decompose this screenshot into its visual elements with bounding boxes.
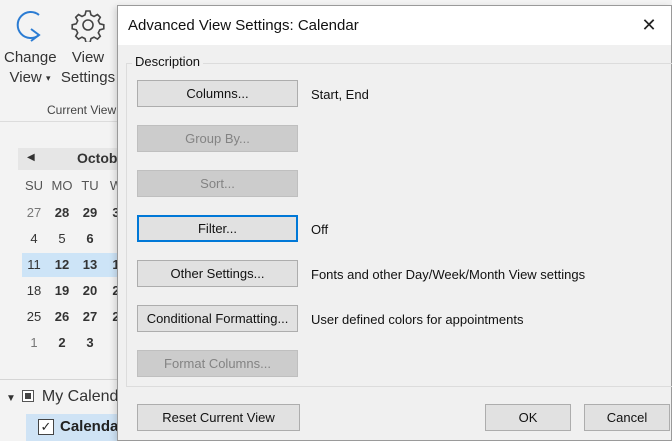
view-settings-label-2: Settings [60, 69, 116, 86]
filter-description: Off [311, 222, 329, 237]
calendar-day[interactable]: 27 [78, 309, 102, 324]
change-view-label-1: Change [4, 49, 57, 66]
calendar-day[interactable]: 27 [22, 205, 46, 220]
calendar-day[interactable]: 3 [78, 335, 102, 350]
chevron-down-icon[interactable]: ▼ [6, 393, 16, 404]
columns-button[interactable]: Columns... [137, 80, 298, 107]
day-of-week-label: TU [81, 178, 99, 193]
calendar-day[interactable]: 6 [78, 231, 102, 246]
dialog-titlebar: Advanced View Settings: Calendar ✕ [118, 6, 671, 45]
date-navigator-header: ◀ October [18, 148, 131, 170]
change-view-label-2: View [9, 69, 42, 86]
chevron-down-icon: ▾ [45, 73, 51, 84]
group-checkbox-icon[interactable] [21, 390, 34, 402]
cancel-button[interactable]: Cancel [584, 404, 670, 431]
other-settings-description: Fonts and other Day/Week/Month View sett… [311, 267, 586, 282]
other-settings-button[interactable]: Other Settings... [137, 260, 298, 287]
calendar-day[interactable]: 19 [50, 283, 74, 298]
calendar-day[interactable]: 20 [78, 283, 102, 298]
format-columns-button[interactable]: Format Columns... [137, 350, 298, 377]
calendar-folder-item[interactable]: ✓ Calendar [26, 414, 124, 441]
gear-icon [71, 10, 105, 42]
pane-divider [0, 379, 118, 380]
calendar-day[interactable]: 1 [22, 335, 46, 350]
close-icon[interactable]: ✕ [627, 6, 671, 45]
calendar-day[interactable]: 26 [50, 309, 74, 324]
calendar-day[interactable]: 11 [22, 257, 46, 272]
calendar-folder-label: Calendar [60, 418, 125, 435]
ok-button[interactable]: OK [485, 404, 571, 431]
reset-current-view-button[interactable]: Reset Current View [137, 404, 300, 431]
advanced-view-settings-dialog: Advanced View Settings: Calendar ✕ Descr… [117, 5, 672, 441]
previous-month-icon[interactable]: ◀ [27, 152, 35, 163]
calendar-day[interactable]: 13 [78, 257, 102, 272]
calendar-day[interactable]: 12 [50, 257, 74, 272]
calendar-pane: ◀ October SU MO TU W 27 28 29 3 4 5 6 11… [0, 122, 141, 441]
day-of-week-label: MO [51, 178, 73, 193]
description-group-label: Description [132, 54, 204, 69]
checkbox-checked-icon[interactable]: ✓ [38, 419, 54, 435]
calendar-day[interactable]: 5 [50, 231, 74, 246]
columns-description: Start, End [311, 87, 369, 102]
calendar-day[interactable]: 2 [50, 335, 74, 350]
calendar-day[interactable]: 4 [22, 231, 46, 246]
view-settings-label-1: View [71, 49, 105, 66]
calendar-day[interactable]: 25 [22, 309, 46, 324]
dialog-title: Advanced View Settings: Calendar [128, 17, 359, 34]
ribbon-group-label: Current View [47, 103, 117, 117]
filter-button[interactable]: Filter... [137, 215, 298, 242]
conditional-formatting-description: User defined colors for appointments [311, 312, 524, 327]
group-by-button[interactable]: Group By... [137, 125, 298, 152]
calendar-day[interactable]: 18 [22, 283, 46, 298]
calendar-day[interactable]: 29 [78, 205, 102, 220]
view-settings-button[interactable]: View Settings [60, 8, 116, 88]
day-of-week-label: SU [24, 178, 44, 193]
change-view-button[interactable]: Change View ▾ [4, 8, 57, 88]
change-view-icon [16, 11, 41, 42]
conditional-formatting-button[interactable]: Conditional Formatting... [137, 305, 298, 332]
sort-button[interactable]: Sort... [137, 170, 298, 197]
calendar-day[interactable]: 28 [50, 205, 74, 220]
